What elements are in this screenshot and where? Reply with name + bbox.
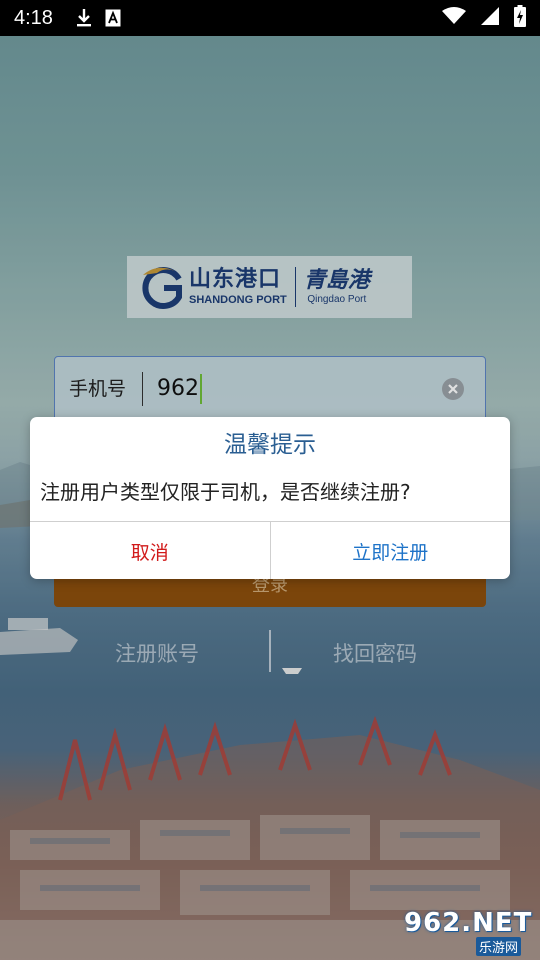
site-watermark: 962.NET 乐游网: [398, 908, 534, 956]
dialog-title: 温馨提示: [224, 432, 316, 458]
signal-icon: [480, 7, 500, 29]
register-now-button[interactable]: 立即注册: [271, 522, 511, 579]
a-icon: [105, 9, 121, 27]
watermark-text: 962.NET: [404, 908, 533, 938]
status-time: 4:18: [14, 6, 53, 29]
battery-charging-icon: [514, 5, 526, 31]
register-confirm-dialog: 温馨提示 注册用户类型仅限于司机，是否继续注册? 取消 立即注册: [30, 417, 510, 579]
wifi-icon: [442, 7, 466, 29]
watermark-subtext: 乐游网: [476, 937, 522, 956]
download-icon: [75, 8, 93, 28]
dialog-message: 注册用户类型仅限于司机，是否继续注册?: [40, 480, 411, 504]
cancel-button[interactable]: 取消: [30, 522, 271, 579]
app-screen: 4:18 山东港口 SHANDONG PORT 青島港 Qingdao Port…: [0, 0, 540, 960]
dialog-buttons: 取消 立即注册: [30, 521, 510, 579]
status-bar: 4:18: [0, 0, 540, 36]
